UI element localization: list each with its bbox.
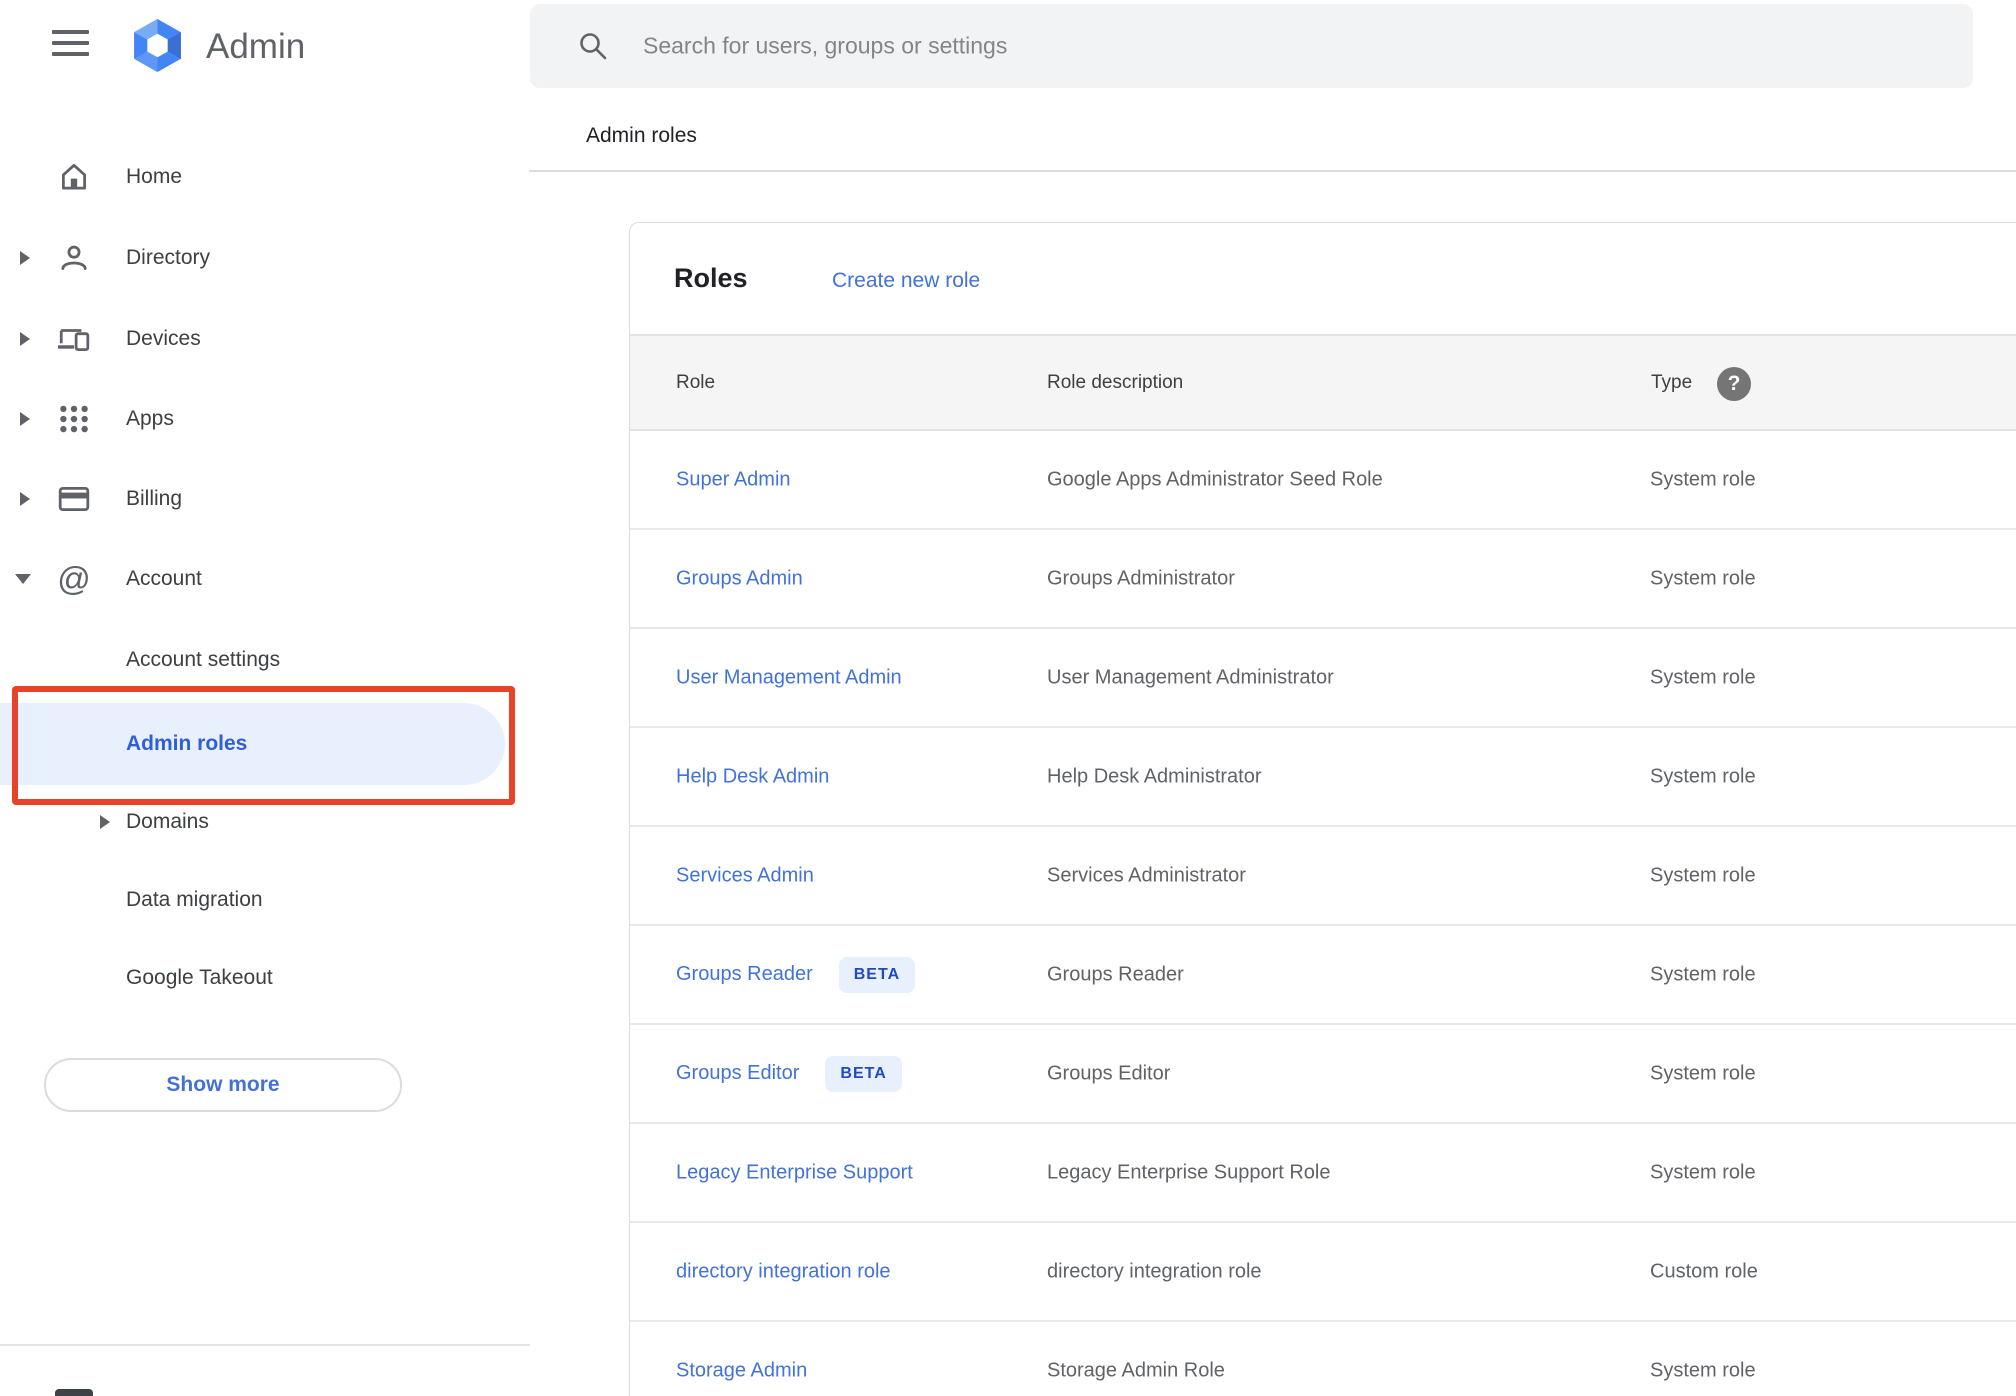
directory-person-icon [56,240,92,276]
clipped-bottom-icon [55,1389,93,1396]
beta-badge: BETA [825,1055,902,1092]
column-header-role: Role [676,371,716,393]
breadcrumb: Admin roles [586,124,697,147]
role-link[interactable]: Legacy Enterprise Support [676,1161,913,1184]
sidebar-item-label: Home [126,165,183,188]
role-description: Groups Reader [1047,963,1184,985]
table-row: Help Desk Admin Help Desk Administrator … [630,728,2016,827]
sidebar-item-label: Apps [126,407,174,430]
table-row: Storage Admin Storage Admin Role System … [630,1322,2016,1396]
app-title: Admin [206,27,306,66]
devices-icon [56,321,92,357]
google-admin-console: Admin Home Directory Devices Apps Billin… [0,0,2016,1396]
sidebar-item-label: Account [126,567,202,590]
role-description: Google Apps Administrator Seed Role [1047,468,1383,490]
hamburger-menu-icon[interactable] [52,30,90,56]
role-link[interactable]: Groups Reader [676,963,813,986]
role-type: System role [1650,666,1756,688]
expand-arrow-icon[interactable] [20,332,30,346]
admin-logo-icon[interactable] [129,17,186,74]
expand-arrow-icon[interactable] [20,492,30,506]
sidebar-item-directory[interactable]: Directory [0,230,512,286]
sidebar-item-data-migration[interactable]: Data migration [0,872,512,928]
collapse-arrow-icon[interactable] [15,574,31,584]
table-row: Groups Editor BETA Groups Editor System … [630,1025,2016,1124]
sidebar-item-label: Google Takeout [126,966,273,989]
sidebar-item-label: Admin roles [126,732,248,755]
expand-arrow-icon[interactable] [20,251,30,265]
create-new-role-link[interactable]: Create new role [832,269,980,293]
role-description: Storage Admin Role [1047,1359,1225,1381]
role-description: directory integration role [1047,1260,1262,1282]
sidebar-item-google-takeout[interactable]: Google Takeout [0,950,512,1006]
sidebar-item-label: Billing [126,487,183,510]
role-type: System role [1650,468,1756,490]
roles-table-body: Super Admin Google Apps Administrator Se… [630,431,2016,1396]
sidebar-item-home[interactable]: Home [0,149,512,205]
sidebar-item-account-settings[interactable]: Account settings [0,632,512,688]
role-description: Legacy Enterprise Support Role [1047,1161,1331,1183]
role-link[interactable]: Super Admin [676,468,791,491]
role-link[interactable]: directory integration role [676,1260,891,1283]
beta-badge: BETA [838,956,916,993]
table-row: User Management Admin User Management Ad… [630,629,2016,728]
role-link[interactable]: Storage Admin [676,1359,807,1382]
role-type: Custom role [1650,1260,1758,1282]
sidebar-bottom-divider [0,1344,530,1346]
table-row: Groups Reader BETA Groups Reader System … [630,926,2016,1025]
role-link[interactable]: Services Admin [676,864,814,887]
role-description: Services Administrator [1047,864,1246,886]
show-more-button[interactable]: Show more [44,1058,402,1112]
role-type: System role [1650,765,1756,787]
roles-card: Roles Create new role Role Role descript… [629,222,2016,1396]
role-description: Groups Administrator [1047,567,1235,589]
sidebar-item-label: Account settings [126,648,281,671]
sidebar-item-domains[interactable]: Domains [0,794,512,850]
role-link[interactable]: Groups Admin [676,567,803,590]
sidebar-item-billing[interactable]: Billing [0,471,512,527]
column-header-type: Type [1651,371,1693,393]
table-header-row: Role Role description Type ? [630,334,2016,431]
table-row: directory integration role directory int… [630,1223,2016,1322]
role-description: Help Desk Administrator [1047,765,1262,787]
role-description: Groups Editor [1047,1062,1171,1084]
role-type: System role [1650,1161,1756,1183]
sidebar-item-apps[interactable]: Apps [0,391,512,447]
role-link[interactable]: Help Desk Admin [676,765,829,788]
search-placeholder: Search for users, groups or settings [643,32,1008,59]
type-help-icon[interactable]: ? [1717,367,1751,401]
content-divider [529,170,2016,172]
table-row: Legacy Enterprise Support Legacy Enterpr… [630,1124,2016,1223]
search-icon [580,33,607,60]
account-at-icon: @ [57,560,91,597]
sidebar-item-devices[interactable]: Devices [0,311,512,367]
sidebar-item-label: Devices [126,327,201,350]
table-row: Services Admin Services Administrator Sy… [630,827,2016,926]
sidebar-item-account[interactable]: @ Account [0,551,512,607]
card-title: Roles [674,263,748,293]
role-type: System role [1650,963,1756,985]
search-bar[interactable]: Search for users, groups or settings [530,4,1973,88]
table-row: Super Admin Google Apps Administrator Se… [630,431,2016,530]
role-type: System role [1650,1359,1756,1381]
sidebar-item-label: Directory [126,246,211,269]
role-type: System role [1650,567,1756,589]
apps-grid-icon [56,401,92,437]
expand-arrow-icon[interactable] [20,412,30,426]
selected-item-highlight [0,703,505,785]
role-type: System role [1650,1062,1756,1084]
home-icon [56,159,92,195]
role-type: System role [1650,864,1756,886]
table-row: Groups Admin Groups Administrator System… [630,530,2016,629]
expand-arrow-icon[interactable] [100,815,110,829]
column-header-description: Role description [1047,371,1184,393]
billing-card-icon [56,481,92,517]
sidebar-item-label: Domains [126,810,209,833]
role-link[interactable]: Groups Editor [676,1062,799,1085]
role-description: User Management Administrator [1047,666,1334,688]
sidebar-item-label: Data migration [126,888,263,911]
role-link[interactable]: User Management Admin [676,666,902,689]
